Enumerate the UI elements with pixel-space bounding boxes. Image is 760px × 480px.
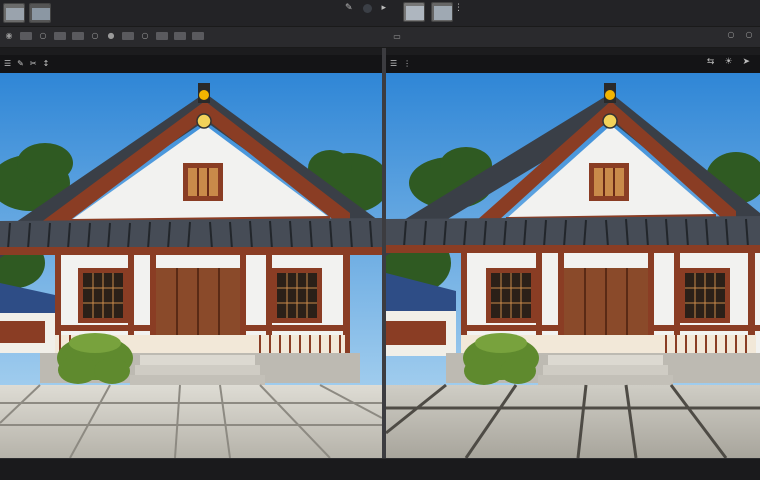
top-icon-group: ✎ ▸ <box>345 4 386 13</box>
toolbar-right-end: ○ ○ <box>726 30 754 40</box>
mirror-icon[interactable]: ⋮ <box>403 60 411 68</box>
image-editor-window: ✎ ▸ ⋮ ◉ ○ ○ ● ○ ▭ ○ ○ ☰ ✎ ✂ ↕ ☰ ⋮ ⇆ ☀ ➤ <box>0 0 760 480</box>
right-pane-tool-icons: ⇆ ☀ ➤ <box>707 58 750 67</box>
zoom-icon[interactable]: ◉ <box>4 31 14 41</box>
toolbar-right: ▭ <box>392 32 402 42</box>
settings-icon[interactable]: ○ <box>140 31 150 41</box>
house-image-original <box>0 73 382 458</box>
send-icon[interactable]: ➤ <box>742 58 750 67</box>
edited-image-pane[interactable] <box>386 73 760 458</box>
original-image-pane[interactable] <box>0 73 382 458</box>
adjust-icon[interactable] <box>156 32 168 40</box>
pin-icon[interactable]: ✎ <box>345 4 353 13</box>
top-icon-group-right: ⋮ <box>454 4 463 13</box>
move-icon[interactable]: ↕ <box>43 60 50 68</box>
toolbar: ◉ ○ ○ ● ○ ▭ ○ ○ <box>0 26 760 48</box>
compare-icon[interactable]: ☰ <box>390 60 397 68</box>
left-pane-icons: ☰ ✎ ✂ ↕ <box>0 60 49 68</box>
layers-icon[interactable]: ☰ <box>4 60 11 68</box>
image-thumbnail[interactable] <box>431 2 453 22</box>
filter-icon[interactable] <box>122 32 134 40</box>
eraser-icon[interactable]: ○ <box>38 31 48 41</box>
text-icon[interactable] <box>174 32 186 40</box>
brush-icon[interactable] <box>20 32 32 40</box>
mask-icon[interactable]: ● <box>106 31 116 41</box>
status-bar <box>0 458 760 480</box>
toolbar-left: ◉ ○ ○ ● ○ <box>4 31 204 41</box>
flip-icon[interactable]: ⇆ <box>707 58 715 67</box>
circle-icon[interactable] <box>362 4 372 13</box>
move-icon[interactable] <box>72 32 84 40</box>
image-thumbnail[interactable] <box>3 3 25 23</box>
layer-icon[interactable]: ○ <box>90 31 100 41</box>
right-pane-header: ☰ ⋮ ⇆ ☀ ➤ <box>386 55 760 73</box>
zoom-in-icon[interactable]: ○ <box>744 30 754 40</box>
eraser-icon[interactable]: ✂ <box>30 60 37 68</box>
house-image-edited <box>386 73 760 458</box>
top-bar: ✎ ▸ ⋮ <box>0 0 760 26</box>
fit-icon[interactable]: ▭ <box>392 32 402 42</box>
sun-icon[interactable]: ☀ <box>724 58 732 67</box>
brush-icon[interactable]: ✎ <box>17 60 24 68</box>
image-thumbnail[interactable] <box>403 2 425 22</box>
right-pane-left-icons: ☰ ⋮ <box>386 60 411 68</box>
grid-icon[interactable]: ⋮ <box>454 4 463 13</box>
left-pane-header: ☰ ✎ ✂ ↕ <box>0 55 382 73</box>
zoom-out-icon[interactable]: ○ <box>726 30 736 40</box>
play-icon[interactable]: ▸ <box>382 4 387 13</box>
image-thumbnail[interactable] <box>29 3 51 23</box>
shape-icon[interactable] <box>192 32 204 40</box>
crop-icon[interactable] <box>54 32 66 40</box>
